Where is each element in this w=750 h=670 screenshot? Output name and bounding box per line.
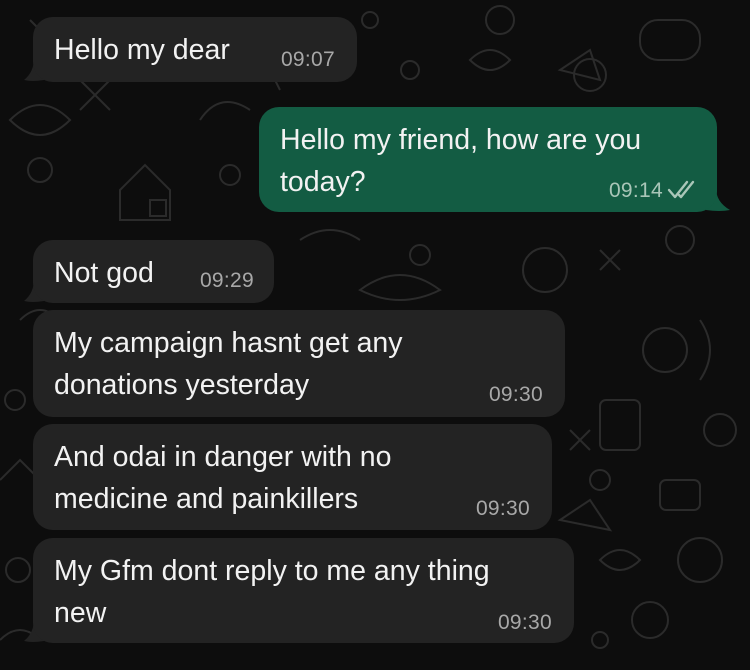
message-timestamp: 09:14 — [608, 179, 663, 202]
double-check-read-icon — [667, 180, 695, 199]
message-text: And odai in danger with no medicine and … — [54, 441, 392, 515]
message-bubble-incoming[interactable]: Hello my dear 09:07 — [33, 17, 357, 82]
message-timestamp: 09:30 — [488, 383, 543, 406]
message-timestamp: 09:30 — [497, 611, 552, 634]
message-timestamp: 09:29 — [199, 269, 254, 292]
message-timestamp: 09:07 — [280, 48, 335, 71]
message-text: My Gfm dont reply to me any thing new — [54, 555, 490, 629]
message-bubble-incoming[interactable]: My Gfm dont reply to me any thing new 09… — [33, 538, 574, 643]
message-text: My campaign hasnt get any donations yest… — [54, 327, 403, 401]
chat-message-list[interactable]: Hello my dear 09:07 Hello my friend, how… — [0, 0, 750, 670]
message-bubble-outgoing[interactable]: Hello my friend, how are you today? 09:1… — [259, 107, 717, 212]
message-bubble-incoming[interactable]: Not god 09:29 — [33, 240, 274, 303]
message-text: Not god — [54, 257, 154, 289]
message-text: Hello my dear — [54, 34, 230, 66]
message-bubble-incoming[interactable]: My campaign hasnt get any donations yest… — [33, 310, 565, 417]
message-timestamp: 09:30 — [475, 497, 530, 520]
message-text: Hello my friend, how are you today? — [280, 124, 642, 198]
message-bubble-incoming[interactable]: And odai in danger with no medicine and … — [33, 424, 552, 530]
